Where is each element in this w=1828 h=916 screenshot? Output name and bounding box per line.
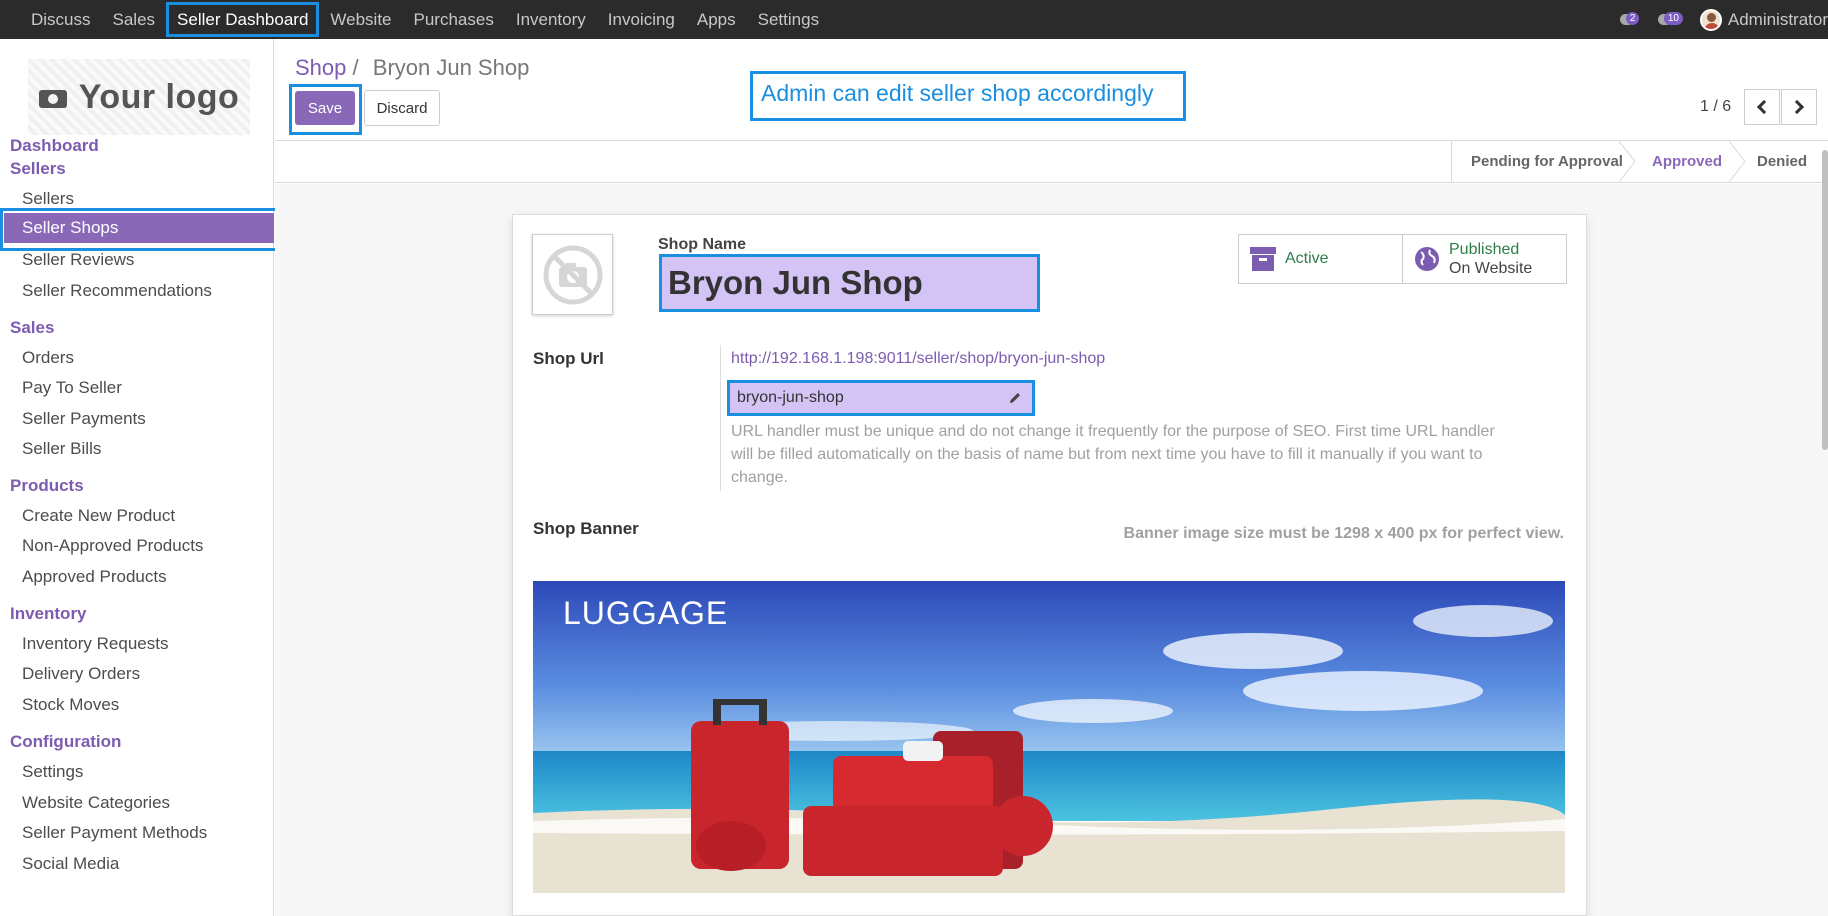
shop-banner-image[interactable]: LUGGAGE [533,581,1565,893]
vertical-scrollbar[interactable] [1822,150,1828,450]
archive-icon [1250,247,1276,271]
user-menu[interactable]: Administrator [1728,10,1828,30]
activity-badge: 2 [1625,11,1640,25]
sidebar-item-settings[interactable]: Settings [22,762,83,782]
stage-denied[interactable]: Denied [1757,141,1807,182]
sidebar-section-configuration: Configuration [10,732,122,751]
sidebar-item-pay-to-seller[interactable]: Pay To Seller [22,378,122,398]
shop-image[interactable] [532,234,613,315]
published-label: Published [1449,241,1520,258]
messages-badge: 10 [1663,11,1683,25]
sidebar-item-seller-shops[interactable]: Seller Shops [4,213,274,243]
url-handler-help: URL handler must be unique and do not ch… [731,423,1495,486]
camera-icon [38,86,69,108]
published-sublabel: On Website [1449,260,1533,277]
banner-caption: LUGGAGE [563,595,729,631]
menu-apps[interactable]: Apps [686,0,747,39]
pager-next-button[interactable] [1781,89,1817,125]
top-navbar: Discuss Sales Seller Dashboard Website P… [0,0,1828,39]
sidebar-section-dashboard[interactable]: Dashboard [10,136,99,156]
sidebar-item-seller-bills[interactable]: Seller Bills [22,439,101,459]
menu-purchases[interactable]: Purchases [403,0,505,39]
sidebar-item-seller-recommendations[interactable]: Seller Recommendations [22,281,212,301]
shop-banner-label: Shop Banner [533,519,639,538]
sidebar-item-seller-payment-methods[interactable]: Seller Payment Methods [22,823,207,843]
stage-arrow-divider [1729,141,1746,182]
menu-invoicing[interactable]: Invoicing [597,0,686,39]
sidebar-item-social-media[interactable]: Social Media [22,854,119,874]
shop-url-label: Shop Url [533,349,604,368]
annotation-callout: Admin can edit seller shop accordingly [750,71,1186,121]
active-toggle-button[interactable]: Active [1238,234,1403,284]
status-bar: Pending for Approval Approved Denied [275,140,1828,183]
sidebar-item-approved-products[interactable]: Approved Products [22,567,167,587]
menu-inventory[interactable]: Inventory [505,0,597,39]
breadcrumb: Shop / Bryon Jun Shop [295,55,529,81]
menu-sales[interactable]: Sales [102,0,167,39]
sidebar-item-create-new-product[interactable]: Create New Product [22,506,175,526]
sidebar-item-stock-moves[interactable]: Stock Moves [22,695,119,715]
url-handler-value: bryon-jun-shop [737,389,844,406]
menu-website[interactable]: Website [319,0,402,39]
menu-settings[interactable]: Settings [747,0,830,39]
shop-name-input[interactable]: Bryon Jun Shop [659,254,1040,312]
pager-value: 1 / 6 [1700,98,1732,115]
stage-arrow-divider [1619,141,1636,182]
pencil-icon[interactable] [1008,391,1022,405]
sidebar-section-inventory: Inventory [10,604,87,623]
sidebar-item-inventory-requests[interactable]: Inventory Requests [22,634,168,654]
sidebar-item-orders[interactable]: Orders [22,348,74,368]
stage-approved[interactable]: Approved [1652,141,1722,182]
published-toggle-button[interactable]: Published On Website [1402,234,1567,284]
messages-icon[interactable]: 10 [1657,10,1686,30]
sidebar-section-sales: Sales [10,318,55,337]
sidebar-item-seller-payments[interactable]: Seller Payments [22,409,146,429]
sidebar-item-seller-reviews[interactable]: Seller Reviews [22,250,134,270]
company-logo: Your logo [28,59,250,135]
url-handler-input[interactable]: bryon-jun-shop [727,380,1035,416]
menu-discuss[interactable]: Discuss [20,0,102,39]
breadcrumb-separator: / [352,55,359,80]
menu-seller-dashboard[interactable]: Seller Dashboard [166,0,320,39]
sidebar-item-delivery-orders[interactable]: Delivery Orders [22,664,140,684]
sidebar-section-products: Products [10,476,84,495]
systray: 2 10 Administrator [1619,0,1828,39]
app-menu: Discuss Sales Seller Dashboard Website P… [20,0,830,39]
save-button[interactable]: Save [295,91,355,125]
breadcrumb-current: Bryon Jun Shop [372,55,530,80]
active-label: Active [1285,250,1329,267]
sidebar-section-sellers: Sellers [10,159,66,178]
sidebar-item-website-categories[interactable]: Website Categories [22,793,170,813]
pager-previous-button[interactable] [1744,89,1780,125]
shop-url-link[interactable]: http://192.168.1.198:9011/seller/shop/br… [731,350,1105,368]
chevron-right-icon [1789,99,1805,115]
user-avatar[interactable] [1699,8,1722,31]
chevron-left-icon [1756,99,1772,115]
no-camera-icon [543,245,602,304]
stage-pending-for-approval[interactable]: Pending for Approval [1471,141,1623,182]
shop-name-label: Shop Name [658,236,747,253]
sidebar-item-non-approved-products[interactable]: Non-Approved Products [22,536,203,556]
sidebar-item-sellers[interactable]: Sellers [22,189,74,209]
breadcrumb-parent[interactable]: Shop [295,55,346,80]
globe-icon [1415,247,1439,271]
banner-size-note: Banner image size must be 1298 x 400 px … [1123,525,1564,542]
discard-button[interactable]: Discard [364,90,440,126]
activity-icon[interactable]: 2 [1619,10,1648,30]
